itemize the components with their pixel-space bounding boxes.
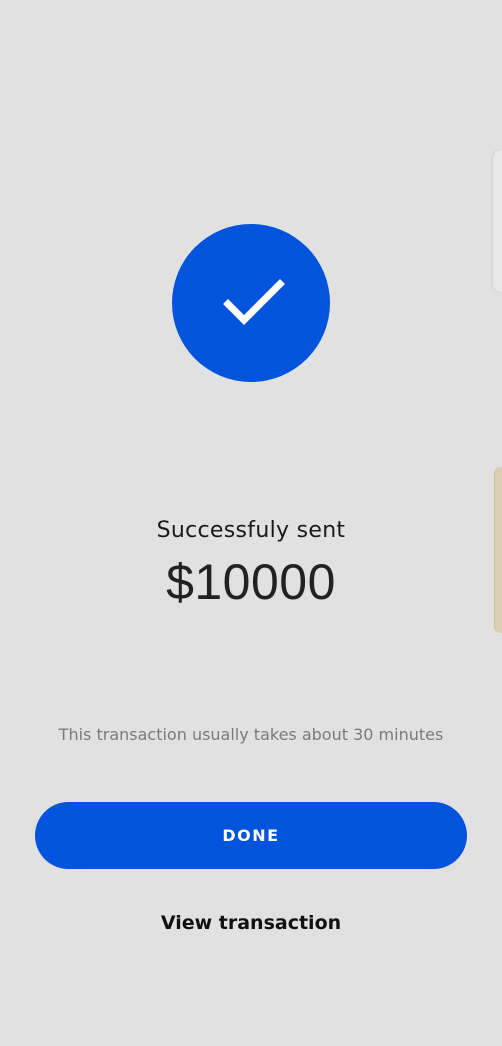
view-transaction-link[interactable]: View transaction bbox=[0, 912, 502, 934]
success-badge bbox=[172, 224, 330, 382]
sent-amount: $10000 bbox=[166, 554, 336, 610]
done-button[interactable]: DONE bbox=[35, 802, 467, 869]
success-title: Successfuly sent bbox=[156, 518, 346, 543]
checkmark-icon bbox=[223, 279, 285, 325]
transaction-duration-note: This transaction usually takes about 30 … bbox=[58, 725, 444, 744]
edge-panel-tab[interactable] bbox=[493, 150, 502, 292]
